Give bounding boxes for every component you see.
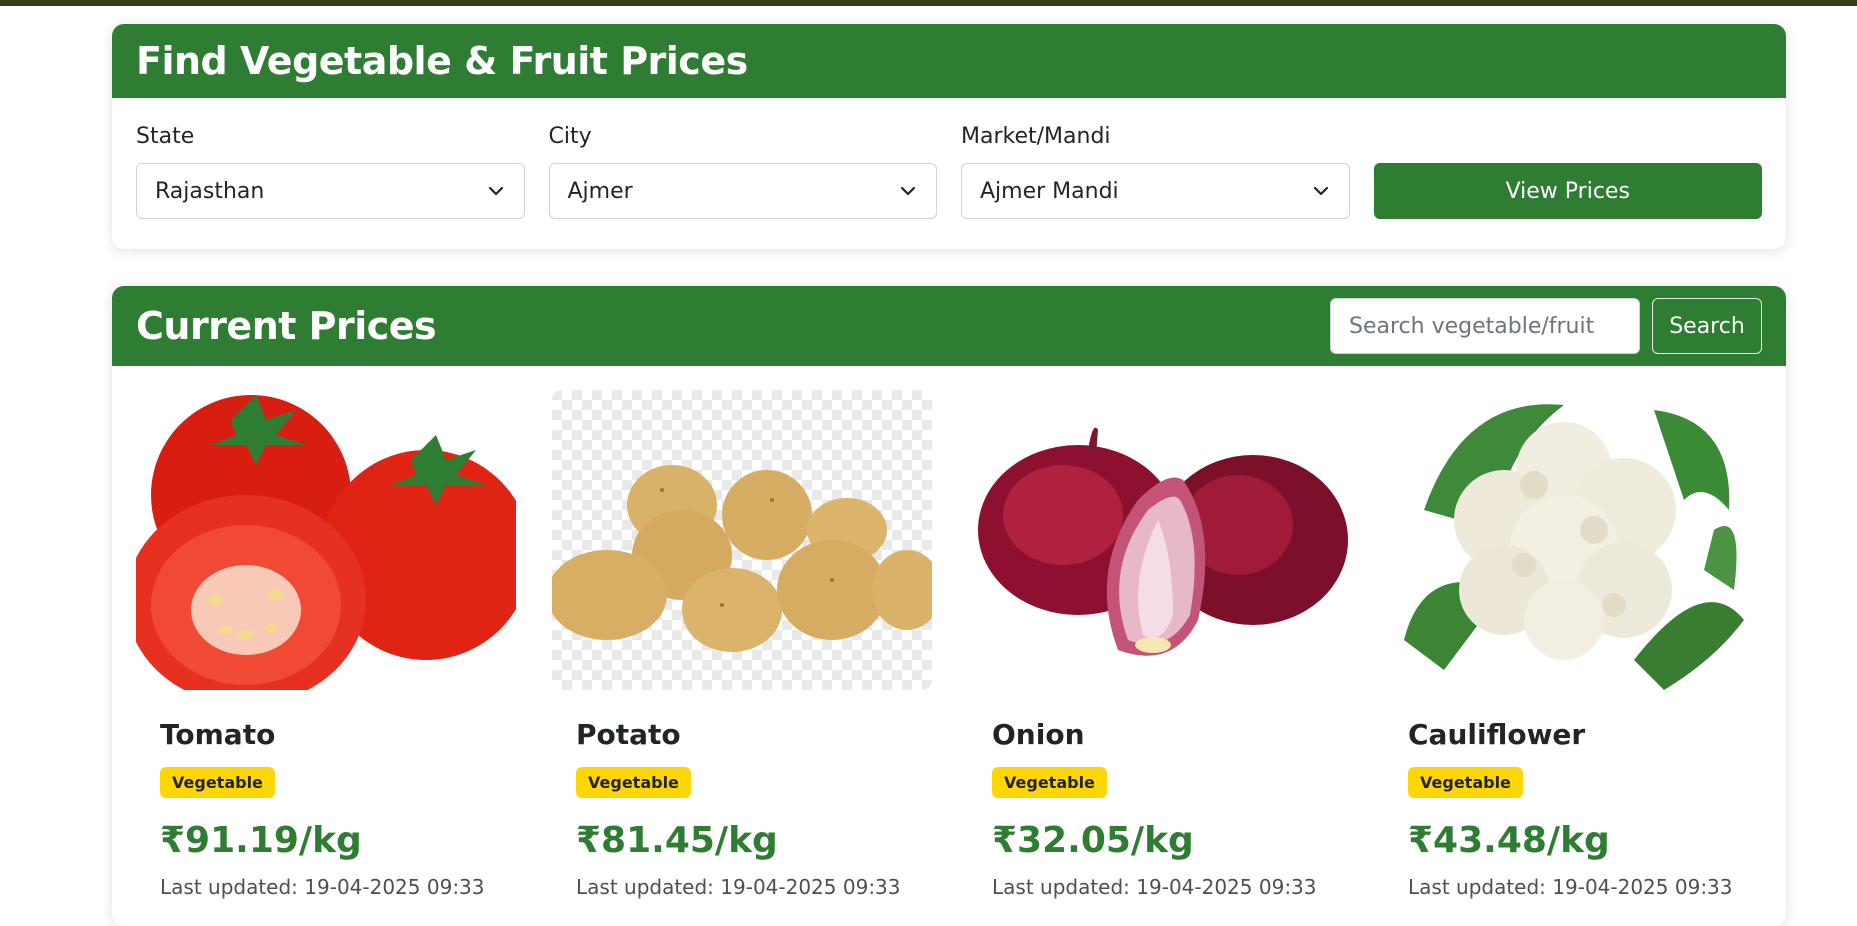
- search-input[interactable]: [1330, 298, 1640, 354]
- state-select[interactable]: Rajasthan: [136, 163, 525, 219]
- market-field: Market/Mandi Ajmer Mandi: [961, 124, 1350, 219]
- item-name: Tomato: [160, 718, 276, 751]
- filter-card: Find Vegetable & Fruit Prices State Raja…: [112, 24, 1786, 249]
- price-card-tomato[interactable]: Tomato Vegetable ₹91.19/kg Last updated:…: [136, 390, 516, 899]
- tomato-image: [136, 390, 516, 690]
- price-card-cauliflower[interactable]: Cauliflower Vegetable ₹43.48/kg Last upd…: [1384, 390, 1764, 899]
- item-price: ₹32.05/kg: [992, 820, 1194, 861]
- chevron-down-icon: [488, 186, 503, 196]
- filter-row: State Rajasthan City Ajmer Market/Mandi …: [112, 98, 1786, 219]
- city-label: City: [548, 124, 592, 149]
- state-field: State Rajasthan: [136, 124, 525, 219]
- item-name: Onion: [992, 718, 1085, 751]
- state-label: State: [136, 124, 195, 149]
- category-badge: Vegetable: [576, 767, 691, 798]
- onion-illustration: [978, 427, 1348, 656]
- potato-body: Potato Vegetable ₹81.45/kg Last updated:…: [552, 690, 932, 899]
- search-button[interactable]: Search: [1652, 298, 1762, 354]
- city-field: City Ajmer: [548, 124, 937, 219]
- chevron-down-icon: [900, 186, 916, 196]
- last-updated: Last updated: 19-04-2025 09:33: [992, 875, 1317, 899]
- city-select-value: Ajmer: [567, 178, 633, 204]
- prices-card: Current Prices Search vegetable/fruit Se…: [112, 286, 1786, 926]
- item-price: ₹81.45/kg: [576, 820, 778, 861]
- last-updated: Last updated: 19-04-2025 09:33: [1408, 875, 1733, 899]
- chevron-down-icon: [1313, 186, 1328, 196]
- price-card-potato[interactable]: Potato Vegetable ₹81.45/kg Last updated:…: [552, 390, 932, 899]
- cauliflower-illustration: [1404, 404, 1744, 690]
- filter-header: Find Vegetable & Fruit Prices: [112, 24, 1786, 98]
- city-select[interactable]: Ajmer: [548, 163, 937, 219]
- cauliflower-body: Cauliflower Vegetable ₹43.48/kg Last upd…: [1384, 690, 1764, 899]
- item-name: Potato: [576, 718, 681, 751]
- state-select-value: Rajasthan: [155, 178, 265, 204]
- search-group: Search: [1330, 298, 1762, 354]
- view-prices-button[interactable]: View Prices: [1373, 163, 1762, 219]
- onion-body: Onion Vegetable ₹32.05/kg Last updated: …: [968, 690, 1348, 899]
- item-price: ₹43.48/kg: [1408, 820, 1610, 861]
- cauliflower-image: [1384, 390, 1764, 690]
- potato-image: [552, 390, 932, 690]
- market-label: Market/Mandi: [961, 124, 1111, 149]
- top-strip: [0, 0, 1857, 6]
- tomato-illustration: [136, 395, 516, 690]
- prices-header: Current Prices Search: [112, 286, 1786, 366]
- category-badge: Vegetable: [1408, 767, 1523, 798]
- tomato-body: Tomato Vegetable ₹91.19/kg Last updated:…: [136, 690, 516, 899]
- last-updated: Last updated: 19-04-2025 09:33: [576, 875, 901, 899]
- potato-illustration: [552, 390, 932, 690]
- price-grid: Tomato Vegetable ₹91.19/kg Last updated:…: [112, 366, 1786, 899]
- onion-image: [968, 390, 1348, 690]
- category-badge: Vegetable: [992, 767, 1107, 798]
- price-card-onion[interactable]: Onion Vegetable ₹32.05/kg Last updated: …: [968, 390, 1348, 899]
- item-price: ₹91.19/kg: [160, 820, 362, 861]
- item-name: Cauliflower: [1408, 718, 1586, 751]
- last-updated: Last updated: 19-04-2025 09:33: [160, 875, 485, 899]
- filter-title: Find Vegetable & Fruit Prices: [136, 39, 748, 83]
- market-select[interactable]: Ajmer Mandi: [961, 163, 1350, 219]
- market-select-value: Ajmer Mandi: [980, 178, 1119, 204]
- category-badge: Vegetable: [160, 767, 275, 798]
- prices-title: Current Prices: [136, 304, 437, 348]
